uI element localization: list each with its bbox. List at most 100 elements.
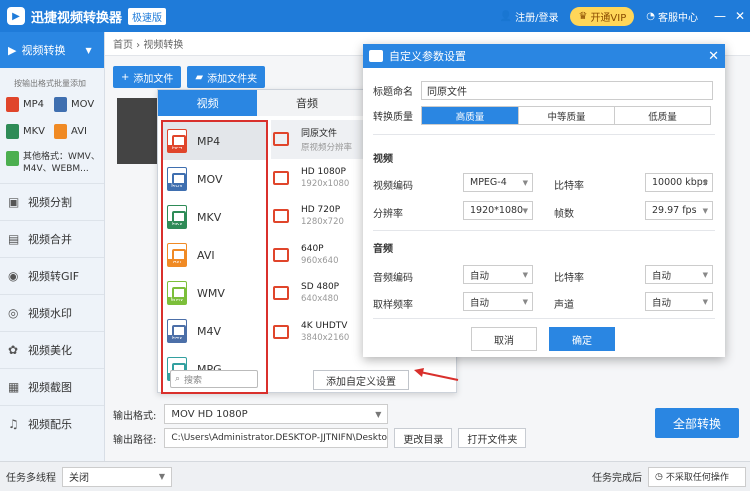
- chevron-down-icon: ▼: [702, 297, 708, 306]
- chevron-down-icon: ▼: [158, 472, 165, 481]
- fps-select[interactable]: 29.97 fps ▼: [645, 201, 713, 220]
- add-folder-button[interactable]: ▰ 添加文件夹: [187, 66, 266, 88]
- register-login-link[interactable]: 👤 注册/登录: [500, 9, 559, 24]
- register-label: 注册/登录: [515, 12, 559, 24]
- sidebar-item-5[interactable]: ▦ 视频截图: [0, 368, 104, 405]
- sidebar-format-1[interactable]: MOV: [54, 97, 102, 112]
- tab-1[interactable]: 音频: [257, 90, 357, 116]
- chevron-down-icon: ▼: [522, 178, 528, 187]
- format-list: MP4MP4MOVMOVMKVMKVAVIAVIWMVWMVM4VM4VMPGM…: [161, 120, 268, 394]
- tab-0[interactable]: 视频: [158, 90, 258, 116]
- format-search-input[interactable]: ⌕ 搜索: [170, 370, 258, 388]
- format-item-1[interactable]: MOV MOV: [163, 160, 266, 198]
- resolution-dimensions: 1920x1080: [301, 178, 350, 189]
- format-item-3[interactable]: AVI AVI: [163, 236, 266, 274]
- resolution-dimensions: 640x480: [301, 294, 339, 305]
- close-icon[interactable]: ✕: [708, 49, 719, 64]
- quality-row: 转换质量 高质量 中等质量 低质量: [373, 106, 711, 125]
- sidebar-item-label: 视频配乐: [28, 418, 72, 431]
- format-item-5[interactable]: M4V M4V: [163, 312, 266, 350]
- after-done-select[interactable]: ◷ 不采取任何操作: [648, 466, 746, 487]
- cancel-button[interactable]: 取消: [471, 327, 537, 351]
- resolution-dimensions: 1280x720: [301, 217, 344, 228]
- file-format-icon: [54, 97, 67, 112]
- convert-all-button[interactable]: 全部转换: [655, 408, 739, 438]
- chevron-down-icon: ▼: [522, 297, 528, 306]
- audio-codec-select[interactable]: 自动 ▼: [463, 265, 533, 284]
- sidebar-item-0[interactable]: ▣ 视频分割: [0, 183, 104, 220]
- format-label: M4V: [197, 324, 222, 338]
- service-center-link[interactable]: ◔ 客服中心: [646, 9, 698, 24]
- resolution-name: HD 1080P: [301, 166, 346, 177]
- output-path-row: 输出路径: C:\Users\Administrator.DESKTOP-JJT…: [113, 428, 527, 448]
- sidebar-item-3[interactable]: ◎ 视频水印: [0, 294, 104, 331]
- format-label: WMV: [197, 286, 225, 300]
- resolution-select[interactable]: 1920*1080 ▼: [463, 201, 533, 220]
- audio-codec-value: 自动: [470, 270, 490, 282]
- open-folder-button[interactable]: 打开文件夹: [458, 428, 527, 448]
- video-codec-select[interactable]: MPEG-4 ▼: [463, 173, 533, 192]
- quality-option-1[interactable]: 中等质量: [518, 107, 614, 124]
- chevron-down-icon: ▼: [702, 206, 708, 215]
- format-list-scrollbar[interactable]: [266, 132, 268, 212]
- sidebar-item-4[interactable]: ✿ 视频美化: [0, 331, 104, 368]
- format-tag: MOV: [168, 183, 186, 190]
- sidebar-item-label: 视频美化: [28, 344, 72, 357]
- file-icon: [6, 151, 19, 166]
- add-file-button[interactable]: + 添加文件: [113, 66, 182, 88]
- format-item-0[interactable]: MP4 MP4: [163, 122, 266, 160]
- ok-button[interactable]: 确定: [549, 327, 615, 351]
- chevron-down-icon: ▼: [522, 270, 528, 279]
- resolution-name: HD 720P: [301, 205, 341, 216]
- title-name-input[interactable]: 同原文件: [421, 81, 713, 100]
- sidebar-item-6[interactable]: ♫ 视频配乐: [0, 405, 104, 442]
- sidebar-item-video-convert[interactable]: ▶ 视频转换 ▼: [0, 32, 104, 68]
- search-icon: ⌕: [175, 374, 181, 384]
- quality-option-2[interactable]: 低质量: [614, 107, 710, 124]
- pointer-arrow-icon: [414, 368, 459, 381]
- audio-bitrate-select[interactable]: 自动 ▼: [645, 265, 713, 284]
- format-tag: MKV: [168, 221, 186, 228]
- multithread-select[interactable]: 关闭 ▼: [62, 466, 172, 487]
- video-section-title: 视频: [373, 154, 393, 165]
- format-item-4[interactable]: WMV WMV: [163, 274, 266, 312]
- vip-button[interactable]: ♛ 开通VIP: [570, 6, 635, 26]
- output-path-value: C:\Users\Administrator.DESKTOP-JJTNIFN\D…: [171, 433, 389, 443]
- app-logo-icon: ▶: [7, 7, 25, 25]
- format-tag: AVI: [168, 259, 186, 266]
- sidebar-item-label: 视频截图: [28, 381, 72, 394]
- app-name: 迅捷视频转换器: [31, 10, 123, 26]
- dialog-header: 自定义参数设置 ✕: [363, 44, 725, 68]
- file-format-icon: WMV: [167, 281, 187, 305]
- sidebar-item-label: 视频水印: [28, 307, 72, 320]
- sidebar-item-1[interactable]: ▤ 视频合并: [0, 220, 104, 257]
- chevron-down-icon: ▼: [702, 270, 708, 279]
- resolution-name: SD 480P: [301, 282, 340, 293]
- format-tag: M4V: [168, 335, 186, 342]
- resolution-dimensions: 3840x2160: [301, 332, 350, 343]
- add-file-label: 添加文件: [133, 73, 174, 85]
- channel-select[interactable]: 自动 ▼: [645, 292, 713, 311]
- samplerate-value: 自动: [470, 297, 490, 309]
- sidebar-format-3[interactable]: AVI: [54, 124, 102, 139]
- close-window-button[interactable]: ✕: [730, 9, 750, 23]
- format-label: MP4: [197, 134, 221, 148]
- samplerate-select[interactable]: 自动 ▼: [463, 292, 533, 311]
- output-format-select[interactable]: MOV HD 1080P ▼: [164, 404, 389, 424]
- other-formats-link[interactable]: 其他格式：WMV、M4V、WEBM...: [0, 151, 104, 175]
- bitrate-select[interactable]: 10000 kbps ▼: [645, 173, 713, 192]
- video-file-icon: [273, 130, 291, 148]
- minimize-button[interactable]: —: [710, 9, 730, 23]
- plus-icon: +: [121, 71, 130, 83]
- sidebar-item-2[interactable]: ◉ 视频转GIF: [0, 257, 104, 294]
- change-directory-button[interactable]: 更改目录: [394, 428, 453, 448]
- format-item-2[interactable]: MKV MKV: [163, 198, 266, 236]
- sidebar-tool-icon: ◎: [8, 306, 19, 320]
- sidebar-format-2[interactable]: MKV: [6, 124, 54, 139]
- sidebar-format-0[interactable]: MP4: [6, 97, 54, 112]
- output-path-field[interactable]: C:\Users\Administrator.DESKTOP-JJTNIFN\D…: [164, 428, 389, 448]
- folder-icon: ▰: [195, 71, 204, 83]
- video-file-icon: [273, 323, 291, 341]
- quality-option-0[interactable]: 高质量: [422, 107, 518, 124]
- add-custom-setting-button[interactable]: 添加自定义设置: [313, 370, 409, 390]
